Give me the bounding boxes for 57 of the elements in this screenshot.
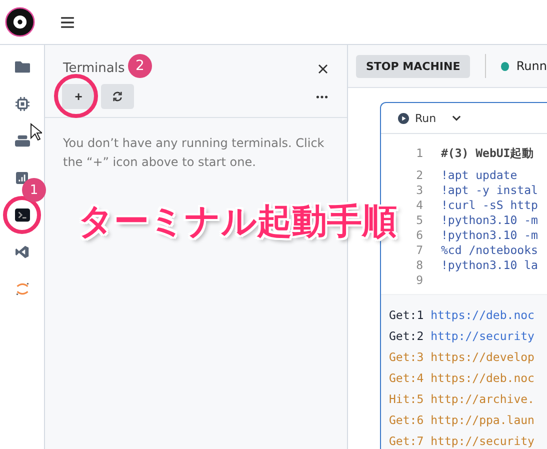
terminal-icon bbox=[14, 208, 30, 222]
chip-icon bbox=[14, 97, 30, 111]
code-line: #(3) WebUI起動 bbox=[441, 146, 534, 162]
refresh-icon bbox=[112, 91, 123, 102]
close-icon[interactable] bbox=[318, 64, 328, 74]
output-label: Hit:5 bbox=[389, 391, 424, 408]
highlight-circle bbox=[54, 74, 98, 118]
output-url: https://deb.noc bbox=[430, 370, 534, 387]
step-number: 2 bbox=[128, 54, 152, 78]
code-line: %cd /notebooks bbox=[441, 243, 538, 258]
output-label: Get:7 bbox=[389, 433, 424, 449]
code-line: !python3.10 -m bbox=[441, 228, 538, 243]
output-url: https://deb.noc bbox=[430, 307, 534, 324]
line-number: 7 bbox=[415, 243, 424, 258]
orbit-icon bbox=[14, 282, 30, 296]
status-dot bbox=[501, 62, 510, 70]
output-label: Get:1 bbox=[389, 307, 424, 324]
folder-icon bbox=[14, 60, 30, 74]
stop-machine-button[interactable]: STOP MACHINE bbox=[356, 54, 470, 78]
output-label: Get:2 bbox=[389, 328, 424, 345]
code-line: !python3.10 -m bbox=[441, 213, 538, 228]
code-editor-icon bbox=[14, 245, 30, 259]
output-label: Get:6 bbox=[389, 412, 424, 429]
chart-icon bbox=[16, 172, 28, 184]
run-button[interactable]: Run bbox=[398, 112, 436, 124]
line-number: 8 bbox=[415, 258, 424, 273]
code-line: !curl -sS http bbox=[441, 198, 538, 213]
output-label: Get:4 bbox=[389, 370, 424, 387]
logo-icon[interactable] bbox=[5, 7, 35, 37]
line-number: 1 bbox=[415, 146, 424, 162]
output-url: http://security bbox=[430, 328, 534, 345]
output-url: http://ppa.laun bbox=[430, 412, 534, 429]
output-url: http://security bbox=[430, 433, 534, 449]
stack-icon bbox=[14, 134, 30, 148]
output-label: Get:3 bbox=[389, 349, 424, 366]
code-line: !apt update bbox=[441, 168, 518, 183]
refresh-button[interactable] bbox=[101, 84, 134, 109]
line-number: 4 bbox=[415, 198, 424, 213]
machine-status: Runn bbox=[516, 59, 547, 73]
line-number: 6 bbox=[415, 228, 424, 243]
menu-icon[interactable] bbox=[61, 16, 74, 28]
output-url: http://archive. bbox=[430, 391, 534, 408]
line-number: 9 bbox=[415, 273, 424, 288]
play-icon bbox=[398, 112, 409, 124]
panel-title: Terminals bbox=[63, 61, 125, 76]
line-number: 5 bbox=[415, 213, 424, 228]
line-number: 3 bbox=[415, 183, 424, 198]
code-line: !python3.10 la bbox=[441, 258, 538, 273]
output-url: https://develop bbox=[430, 349, 534, 366]
step-number: 1 bbox=[22, 178, 46, 202]
cursor-icon bbox=[30, 123, 42, 141]
empty-message: You don’t have any running terminals. Click the “+” icon above to start one. bbox=[63, 135, 326, 171]
code-line: !apt -y instal bbox=[441, 183, 538, 198]
line-number: 2 bbox=[415, 168, 424, 183]
more-icon[interactable] bbox=[316, 94, 328, 98]
chevron-down-icon[interactable] bbox=[452, 115, 462, 121]
new-terminal-button[interactable]: + bbox=[62, 84, 95, 109]
